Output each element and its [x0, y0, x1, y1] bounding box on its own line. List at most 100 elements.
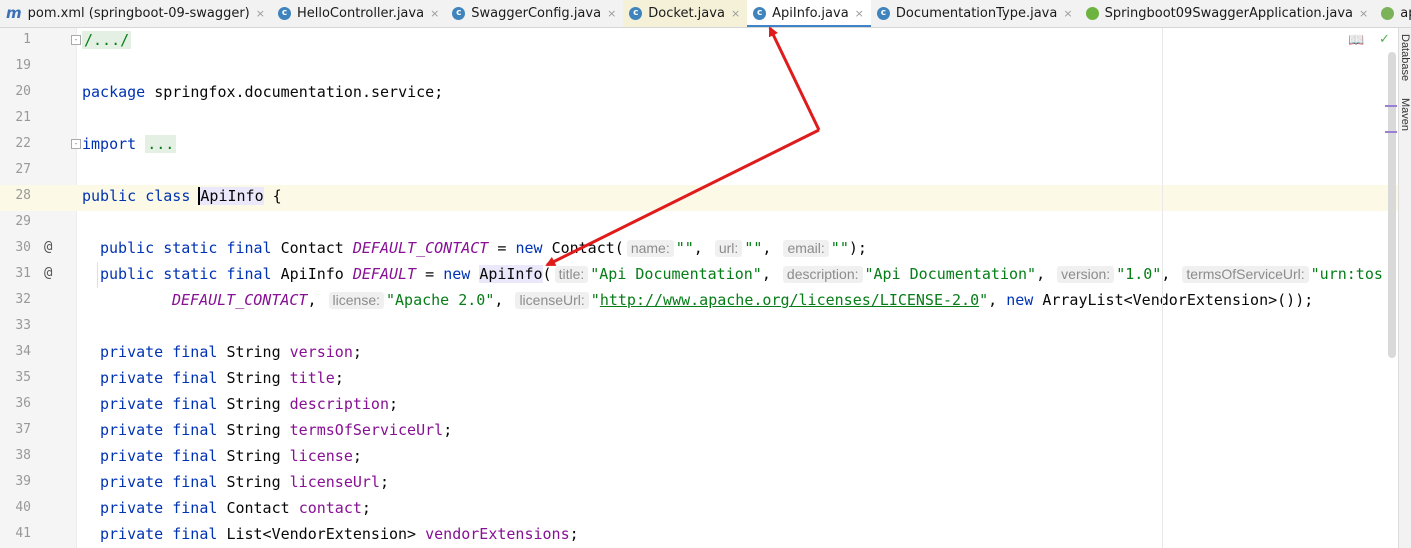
license-url-link[interactable]: http://www.apache.org/licenses/LICENSE-2… [600, 291, 979, 309]
code-line[interactable]: 19 [0, 54, 1398, 80]
maven-tool-button[interactable]: Maven [1398, 98, 1411, 131]
code-line[interactable]: 34 private final String version; [0, 340, 1398, 366]
close-icon[interactable]: × [1063, 7, 1072, 20]
class-icon: c [277, 7, 291, 20]
check-icon[interactable]: ✓ [1379, 32, 1390, 47]
code-text: public static final Contact DEFAULT_CONT… [100, 239, 867, 257]
code-text: private final String licenseUrl; [100, 473, 389, 491]
class-name[interactable]: ApiInfo [198, 187, 264, 205]
class-icon: c [629, 7, 643, 20]
line-number: 34 [15, 344, 31, 359]
database-tool-button[interactable]: Database [1398, 34, 1411, 81]
parameter-hint: title: [554, 266, 589, 283]
code-line[interactable]: 41 private final List<VendorExtension> v… [0, 522, 1398, 548]
fold-icon[interactable]: - [71, 35, 81, 45]
line-number: 29 [15, 214, 31, 229]
code-line-current[interactable]: 28 public class ApiInfo { [0, 184, 1398, 210]
line-number: 30 [15, 240, 31, 255]
line-number: 39 [15, 474, 31, 489]
folded-comment[interactable]: /.../ [82, 31, 132, 49]
editor-tab-bar: m pom.xml (springboot-09-swagger) × c Hello… [0, 0, 1411, 28]
code-line[interactable]: 39 private final String licenseUrl; [0, 470, 1398, 496]
class-icon: c [876, 7, 890, 20]
code-line[interactable]: 29 [0, 210, 1398, 236]
fold-icon[interactable]: - [71, 139, 81, 149]
line-number: 36 [15, 396, 31, 411]
tab-label: DocumentationType.java [895, 6, 1058, 21]
line-number: 33 [15, 318, 31, 333]
tab-documentation-type[interactable]: c DocumentationType.java × [871, 0, 1080, 27]
close-icon[interactable]: × [855, 7, 864, 20]
parameter-hint: termsOfServiceUrl: [1182, 266, 1309, 283]
line-number: 27 [15, 162, 31, 177]
book-icon[interactable]: 📖 [1348, 33, 1364, 48]
code-line[interactable]: 22 - import ... [0, 132, 1398, 158]
tab-swagger-config[interactable]: c SwaggerConfig.java × [446, 0, 623, 27]
line-number: 19 [15, 58, 31, 73]
line-number: 41 [15, 526, 31, 541]
tab-apiinfo[interactable]: c ApiInfo.java × [747, 0, 871, 27]
folded-imports[interactable]: ... [145, 135, 177, 153]
code-text: private final String description; [100, 395, 399, 413]
spring-boot-icon [1085, 7, 1099, 20]
code-line[interactable]: 38 private final String license; [0, 444, 1398, 470]
code-text: DEFAULT_CONTACT, license: "Apache 2.0", l… [172, 291, 1314, 309]
close-icon[interactable]: × [607, 7, 616, 20]
parameter-hint: email: [783, 240, 829, 257]
line-number: 20 [15, 84, 31, 99]
indent-guide [97, 262, 98, 288]
parameter-hint: license: [328, 292, 384, 309]
code-line[interactable]: 1 - /.../ [0, 28, 1398, 54]
override-gutter-icon[interactable]: @ [44, 239, 52, 255]
spring-leaf-icon [1381, 7, 1395, 20]
line-number: 1 [23, 32, 31, 47]
code-line[interactable]: 21 [0, 106, 1398, 132]
tab-label: applicatio [1400, 6, 1411, 21]
close-icon[interactable]: × [256, 7, 265, 20]
parameter-hint: version: [1057, 266, 1115, 283]
close-icon[interactable]: × [1359, 7, 1368, 20]
close-icon[interactable]: × [430, 7, 439, 20]
tab-application-main[interactable]: Springboot09SwaggerApplication.java × [1080, 0, 1376, 27]
class-icon: c [753, 7, 767, 20]
tab-application-props[interactable]: applicatio [1375, 0, 1411, 27]
code-line[interactable]: 31 @ public static final ApiInfo DEFAULT… [0, 262, 1398, 288]
code-line[interactable]: 37 private final String termsOfServiceUr… [0, 418, 1398, 444]
tab-label: ApiInfo.java [772, 6, 849, 21]
code-line[interactable]: 27 [0, 158, 1398, 184]
parameter-hint: licenseUrl: [515, 292, 589, 309]
code-text: package springfox.documentation.service; [82, 83, 444, 101]
tab-pom-xml[interactable]: m pom.xml (springboot-09-swagger) × [0, 0, 272, 27]
constructor-call[interactable]: ApiInfo [479, 265, 543, 283]
code-text: /.../ [82, 31, 132, 49]
code-line[interactable]: 36 private final String description; [0, 392, 1398, 418]
code-line[interactable]: 35 private final String title; [0, 366, 1398, 392]
code-text: import ... [82, 135, 177, 153]
tab-label: SwaggerConfig.java [471, 6, 602, 21]
code-text: public class ApiInfo { [82, 187, 282, 205]
override-gutter-icon[interactable]: @ [44, 265, 52, 281]
tab-docket[interactable]: c Docket.java × [623, 0, 748, 27]
tab-label: HelloController.java [296, 6, 425, 21]
line-number: 21 [15, 110, 31, 125]
class-icon: c [452, 7, 466, 20]
line-number: 40 [15, 500, 31, 515]
parameter-hint: name: [626, 240, 674, 257]
code-text: private final String license; [100, 447, 362, 465]
line-number: 38 [15, 448, 31, 463]
code-editor[interactable]: 1 - /.../ 19 20 package springfox.docume… [0, 28, 1398, 548]
code-text: public static final ApiInfo DEFAULT = ne… [100, 265, 1383, 283]
code-line[interactable]: 20 package springfox.documentation.servi… [0, 80, 1398, 106]
error-stripe-mark[interactable] [1385, 131, 1397, 133]
close-icon[interactable]: × [731, 7, 740, 20]
code-line[interactable]: 32 DEFAULT_CONTACT, license: "Apache 2.0"… [0, 288, 1398, 314]
maven-icon: m [6, 4, 22, 22]
code-line[interactable]: 40 private final Contact contact; [0, 496, 1398, 522]
tab-hello-controller[interactable]: c HelloController.java × [272, 0, 446, 27]
code-text: private final String version; [100, 343, 362, 361]
error-stripe-mark[interactable] [1385, 105, 1397, 107]
vertical-scrollbar[interactable] [1388, 52, 1396, 358]
code-line[interactable]: 30 @ public static final Contact DEFAULT… [0, 236, 1398, 262]
code-line[interactable]: 33 [0, 314, 1398, 340]
parameter-hint: description: [782, 266, 863, 283]
